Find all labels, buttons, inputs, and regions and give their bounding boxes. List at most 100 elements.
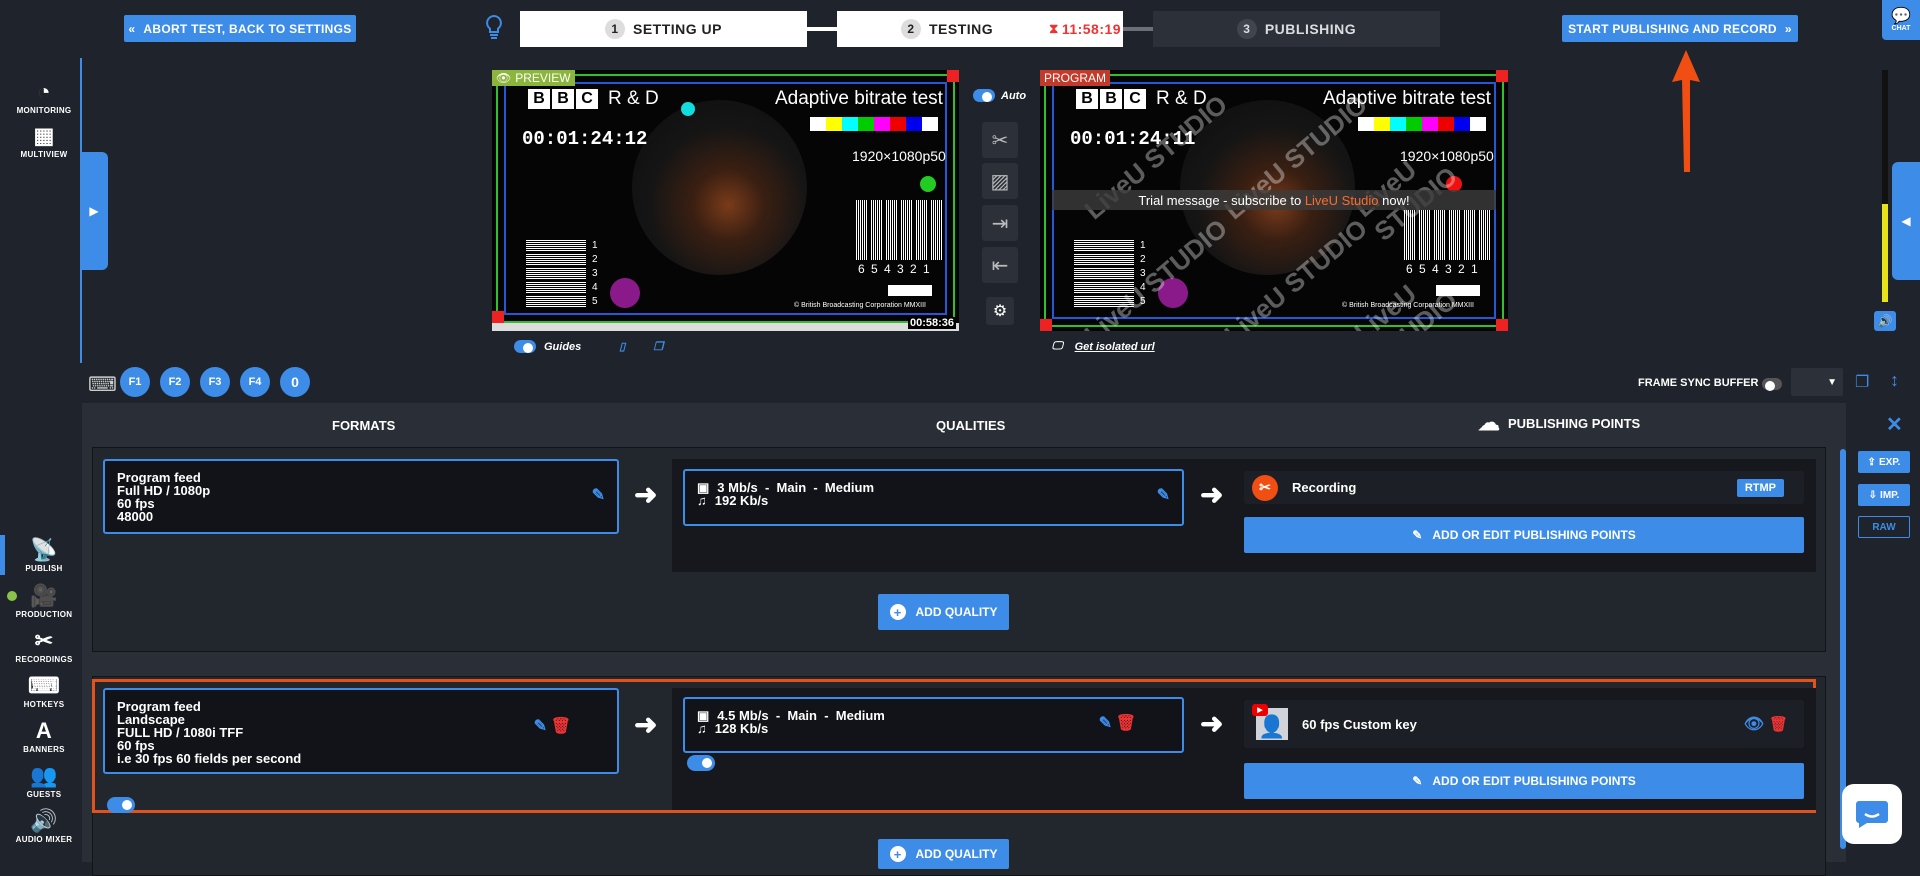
quality-card-1[interactable]: ▣ 3 Mb/s - Main - Medium ♫ 192 Kb/s ✎	[683, 469, 1184, 526]
edit-quality-icon[interactable]: ✎	[1099, 716, 1112, 732]
step-testing: 2 TESTING ⧗ 11:58:19	[837, 11, 1123, 47]
export-button[interactable]: ⇪ EXP.	[1858, 451, 1910, 473]
right-panel-toggle[interactable]: ◀	[1892, 162, 1920, 280]
add-quality-button[interactable]: + ADD QUALITY	[878, 594, 1009, 630]
plus-circle-icon: +	[889, 846, 906, 862]
arrow-right-icon: ➜	[1200, 708, 1224, 739]
cyan-dot	[681, 102, 695, 116]
formats-header: FORMATS	[332, 418, 396, 433]
annotation-arrow-icon	[1666, 46, 1706, 176]
chat-widget-button[interactable]	[1842, 784, 1902, 844]
nav-publish[interactable]: 📡 PUBLISH	[0, 538, 88, 574]
mobile-icon[interactable]: ▯	[619, 340, 625, 353]
level-numbers: 12345	[592, 240, 598, 307]
left-panel-toggle[interactable]: ▶	[80, 152, 108, 270]
level-bars	[526, 240, 586, 307]
format-card-2[interactable]: Program feed Landscape FULL HD / 1080i T…	[103, 688, 619, 813]
keyboard-icon[interactable]: ⌨	[88, 372, 117, 397]
nav-banners[interactable]: A BANNERS	[0, 718, 88, 755]
color-bars	[810, 117, 938, 131]
quality-enable-toggle[interactable]	[687, 755, 715, 771]
nav-audio-mixer[interactable]: 🔊 AUDIO MIXER	[0, 809, 88, 845]
add-quality-button[interactable]: + ADD QUALITY	[878, 839, 1009, 869]
preview-title: Adaptive bitrate test	[775, 88, 943, 109]
gear-icon: ⚙	[992, 303, 1008, 320]
delete-quality-icon[interactable]: 🗑	[1116, 716, 1136, 732]
progress-fill	[492, 323, 959, 331]
preview-copyright: © British Broadcasting Corporation MMXII…	[794, 302, 926, 309]
frame-sync-select[interactable]: ▼	[1791, 368, 1843, 396]
edit-quality-icon[interactable]: ✎	[1157, 488, 1170, 504]
get-isolated-url-link[interactable]: Get isolated url	[1075, 341, 1155, 353]
abort-test-button[interactable]: « ABORT TEST, BACK TO SETTINGS	[124, 15, 356, 42]
test-timer: 11:58:19	[1061, 21, 1122, 37]
nav-hotkeys[interactable]: ⌨ HOTKEYS	[0, 674, 88, 710]
top-bar: « ABORT TEST, BACK TO SETTINGS 1 SETTING…	[0, 0, 1920, 56]
hotkey-f2[interactable]: F2	[160, 367, 190, 397]
delete-format-icon[interactable]: 🗑	[551, 719, 571, 735]
preview-progress-bar[interactable]	[492, 323, 959, 331]
resize-vertical-icon[interactable]: ↕	[1890, 370, 1899, 391]
eye-icon: 👁	[496, 71, 512, 85]
format-enable-toggle[interactable]	[107, 797, 135, 813]
monitor-icon: 🖵	[1052, 340, 1063, 352]
nav-multiview[interactable]: ▦ MULTIVIEW	[0, 124, 88, 160]
camera-icon: 🎥	[30, 583, 58, 608]
quality-card-2[interactable]: ▣ 4.5 Mb/s - Main - Medium ♫ 128 Kb/s ✎ 🗑	[683, 697, 1184, 771]
corner-marker	[1496, 319, 1508, 331]
close-panel-icon[interactable]: ✕	[1886, 412, 1903, 437]
import-button[interactable]: ⇩ IMP.	[1858, 484, 1910, 506]
qualities-header: QUALITIES	[936, 418, 1006, 433]
format-card-1[interactable]: Program feed Full HD / 1080p 60 fps 4800…	[103, 459, 619, 534]
layout-icon[interactable]: ❐	[1855, 372, 1869, 392]
add-edit-publishing-points-button[interactable]: ✎ ADD OR EDIT PUBLISHING POINTS	[1244, 763, 1804, 799]
nav-recordings[interactable]: ✂ RECORDINGS	[0, 629, 88, 665]
guides-toggle[interactable]	[514, 340, 536, 353]
eye-icon[interactable]: 👁	[1744, 714, 1764, 734]
preview-resolution: 1920×1080p50	[852, 148, 946, 164]
preview-video[interactable]: BBC R & D Adaptive bitrate test 00:01:24…	[492, 70, 959, 331]
transition-button[interactable]: ▨	[982, 163, 1018, 199]
hotkey-f4[interactable]: F4	[240, 367, 270, 397]
green-dot	[920, 176, 936, 192]
publishing-point-recording[interactable]: ✂ Recording RTMP	[1244, 471, 1804, 504]
caret-left-icon: ◀	[1901, 214, 1911, 228]
scissors-icon: ✂	[1252, 474, 1278, 501]
nav-guests[interactable]: 👥 GUESTS	[0, 764, 88, 800]
volume-button[interactable]: 🔊	[1874, 311, 1896, 331]
edit-format-icon[interactable]: ✎	[534, 719, 547, 735]
hotkey-f1[interactable]: F1	[120, 367, 150, 397]
cut-button[interactable]: ✂	[982, 122, 1018, 158]
isolated-url-row: 🖵 Get isolated url	[1052, 340, 1155, 353]
chat-bubble-icon	[1856, 801, 1888, 828]
swap-out-button[interactable]: ⇤	[982, 247, 1018, 283]
enter-icon: ⇥	[991, 212, 1009, 235]
frequency-bars	[856, 200, 943, 260]
program-video[interactable]: BBC R & D Adaptive bitrate test 00:01:24…	[1040, 70, 1508, 331]
auto-toggle-row: Auto	[973, 89, 1026, 102]
preview-label: 👁 PREVIEW	[492, 70, 575, 86]
auto-toggle[interactable]	[973, 89, 995, 102]
settings-button[interactable]: ⚙	[986, 297, 1014, 325]
letter-a-icon: A	[35, 718, 53, 743]
hotkey-0[interactable]: 0	[280, 367, 310, 397]
youtube-avatar: 👤 ▶	[1252, 704, 1288, 740]
lightbulb-icon[interactable]	[484, 14, 504, 42]
nav-monitoring[interactable]: ◔ MONITORING	[0, 80, 88, 116]
copy-icon[interactable]: ❐	[653, 340, 663, 353]
bbc-logo: BBC R & D	[528, 88, 659, 110]
edit-format-icon[interactable]: ✎	[592, 488, 605, 504]
frame-sync-toggle[interactable]	[1762, 377, 1782, 391]
swap-in-button[interactable]: ⇥	[982, 205, 1018, 241]
publishing-point-custom-key[interactable]: 👤 ▶ 60 fps Custom key 👁 🗑	[1244, 700, 1804, 748]
start-publishing-button[interactable]: START PUBLISHING AND RECORD »	[1562, 15, 1798, 42]
add-edit-publishing-points-button[interactable]: ✎ ADD OR EDIT PUBLISHING POINTS	[1244, 517, 1804, 553]
trash-icon[interactable]: 🗑	[1769, 715, 1788, 733]
nav-production[interactable]: 🎥 PRODUCTION	[0, 583, 88, 620]
raw-button[interactable]: RAW	[1858, 516, 1910, 538]
hotkey-f3[interactable]: F3	[200, 367, 230, 397]
chat-button[interactable]: 💬 CHAT	[1882, 0, 1920, 40]
scissors-icon: ✂	[991, 129, 1009, 152]
preview-timecode: 00:01:24:12	[522, 128, 648, 150]
double-chevron-left-icon: «	[128, 21, 136, 36]
